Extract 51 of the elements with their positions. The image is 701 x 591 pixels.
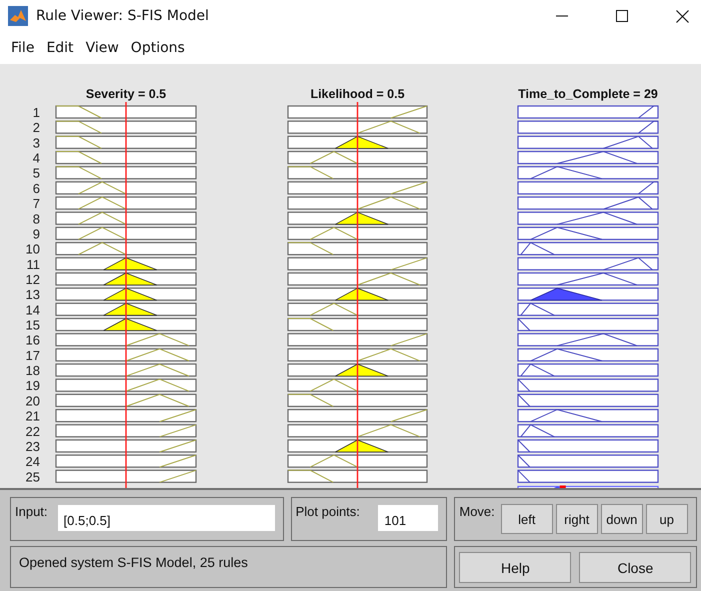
menu-item[interactable]: Options: [130, 40, 185, 56]
rule-number: 7: [32, 196, 40, 212]
status-text: Opened system S-FIS Model, 25 rules: [19, 555, 248, 572]
rule-number: 22: [26, 424, 40, 439]
rule-number: 4: [32, 150, 40, 166]
menu-item[interactable]: Edit: [46, 40, 74, 56]
move-button[interactable]: up: [646, 504, 688, 534]
plot-points-field[interactable]: 101: [378, 505, 438, 531]
rule-number: 14: [26, 302, 40, 318]
column-title: Likelihood = 0.5: [310, 87, 405, 101]
input-field[interactable]: [0.5;0.5]: [58, 505, 275, 531]
plot-points-label: Plot points:: [296, 504, 360, 521]
input-label: Input:: [15, 504, 48, 521]
rule-number: 13: [26, 287, 40, 302]
menu-item[interactable]: File: [11, 40, 34, 56]
maximize-icon[interactable]: [616, 10, 628, 22]
help-button[interactable]: Help: [459, 552, 572, 583]
rule-number: 2: [32, 120, 40, 136]
rule-number: 15: [26, 318, 40, 333]
rule-number: 17: [26, 348, 40, 363]
rule-number: 3: [32, 135, 40, 150]
column-title: Severity = 0.5: [86, 87, 166, 101]
rule-number: 8: [32, 211, 40, 226]
rule-number: 18: [26, 363, 40, 378]
rule-number: 23: [26, 438, 40, 454]
column-title: Time_to_Complete = 29: [518, 87, 658, 101]
rule-number: 21: [26, 408, 40, 424]
rule-number: 9: [32, 226, 40, 242]
input-value-line[interactable]: [356, 102, 358, 488]
move-label: Move:: [459, 504, 495, 521]
rule-number: 5: [32, 166, 40, 181]
rule-number: 12: [26, 272, 40, 287]
menu-item[interactable]: View: [86, 40, 119, 56]
move-button[interactable]: left: [500, 504, 553, 534]
app-logo-icon: [8, 6, 28, 26]
rule-number: 19: [26, 378, 40, 394]
rule-number: 1: [32, 105, 40, 120]
move-button[interactable]: down: [600, 504, 643, 534]
rule-number: 6: [32, 180, 40, 196]
rule-number: 11: [26, 256, 40, 272]
rule-number: 20: [26, 393, 40, 408]
rule-number: 10: [26, 242, 40, 257]
rule-number: 16: [26, 332, 40, 348]
minimize-icon[interactable]: [556, 15, 568, 17]
rule-number: 25: [26, 469, 40, 484]
window-title: Rule Viewer: S-FIS Model: [36, 8, 209, 24]
close-icon[interactable]: [676, 10, 689, 22]
rule-number: 24: [26, 454, 40, 470]
move-button[interactable]: right: [556, 504, 598, 534]
close-button[interactable]: Close: [579, 552, 692, 583]
input-value-line[interactable]: [125, 102, 127, 488]
